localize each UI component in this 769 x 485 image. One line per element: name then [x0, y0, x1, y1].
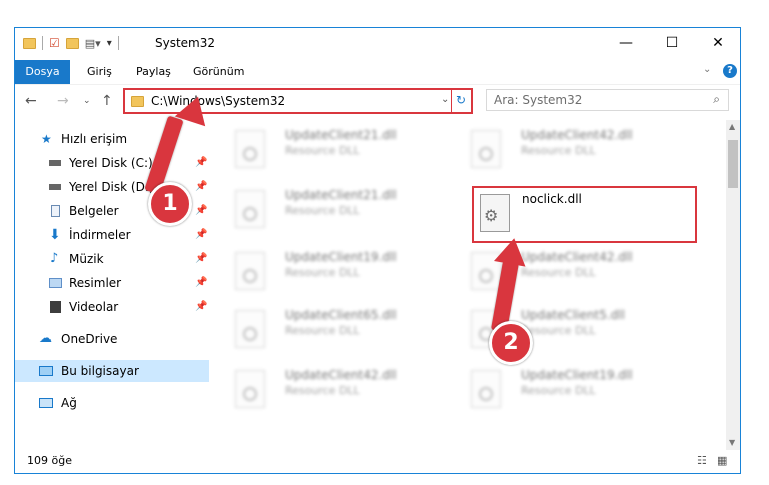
dll-file-icon	[471, 130, 501, 168]
tab-view[interactable]: Görünüm	[193, 60, 244, 84]
file-item[interactable]: UpdateClient21.dll Resource DLL	[225, 186, 425, 236]
folder-icon	[131, 96, 144, 107]
properties-icon[interactable]: ☑	[49, 36, 60, 50]
file-item[interactable]: UpdateClient42.dll Resource DLL	[461, 248, 661, 298]
search-input[interactable]: Ara: System32 ⌕	[486, 89, 729, 111]
forward-arrow-icon[interactable]: →	[57, 93, 69, 109]
file-item[interactable]: UpdateClient65.dll Resource DLL	[225, 306, 425, 356]
address-dropdown-icon[interactable]: ⌄	[441, 94, 449, 105]
file-item[interactable]: UpdateClient19.dll Resource DLL	[225, 248, 425, 298]
recent-locations-icon[interactable]: ⌄	[83, 96, 91, 106]
expand-ribbon-icon[interactable]: ⌄	[703, 64, 711, 75]
window-title: System32	[155, 36, 216, 50]
file-list: UpdateClient21.dll Resource DLL UpdateCl…	[211, 120, 725, 450]
item-count: 109 öğe	[27, 454, 72, 467]
music-icon: ♪	[50, 251, 59, 266]
navigation-pane: ★ Hızlı erişim Yerel Disk (C:) 📌 Yerel D…	[15, 120, 209, 450]
maximize-button[interactable]: ☐	[649, 28, 695, 58]
drive-icon	[49, 160, 61, 166]
computer-icon	[39, 366, 53, 376]
help-icon[interactable]: ?	[723, 64, 737, 78]
address-row: ← → ⌄ ↑ C:\Windows\System32 ⌄ ↻ Ara: Sys…	[15, 86, 740, 118]
tab-file[interactable]: Dosya	[15, 60, 70, 84]
sidebar-item-this-pc[interactable]: Bu bilgisayar	[15, 360, 209, 382]
dll-file-icon	[235, 130, 265, 168]
scroll-down-icon[interactable]: ▼	[729, 438, 735, 447]
quick-access-toolbar: ☑ ▤▾ ▾	[23, 36, 125, 50]
tab-share[interactable]: Paylaş	[136, 60, 171, 84]
minimize-button[interactable]: —	[603, 28, 649, 58]
sidebar-item-videos[interactable]: Videolar 📌	[15, 296, 209, 318]
divider	[42, 36, 43, 50]
sidebar-item-pictures[interactable]: Resimler 📌	[15, 272, 209, 294]
close-button[interactable]: ✕	[695, 28, 740, 58]
highlighted-file-name: noclick.dll	[522, 192, 582, 206]
sidebar-item-local-disk-c[interactable]: Yerel Disk (C:) 📌	[15, 152, 209, 174]
sidebar-item-downloads[interactable]: ⬇ İndirmeler 📌	[15, 224, 209, 246]
step-badge-1: 1	[148, 182, 192, 226]
large-icons-view-icon[interactable]: ▦	[717, 454, 727, 467]
highlighted-file-item[interactable]: ⚙ noclick.dll	[472, 186, 697, 243]
divider	[117, 36, 119, 50]
file-item[interactable]: UpdateClient21.dll Resource DLL	[225, 126, 425, 176]
dll-file-icon	[471, 370, 501, 408]
pin-icon[interactable]: 📌	[195, 248, 207, 270]
address-path: C:\Windows\System32	[151, 94, 286, 108]
sidebar-item-network[interactable]: Ağ	[15, 392, 209, 414]
folder-icon	[23, 37, 36, 49]
scrollbar-thumb[interactable]	[728, 140, 738, 188]
star-icon: ★	[41, 132, 52, 146]
tab-home[interactable]: Giriş	[87, 60, 112, 84]
title-bar: ☑ ▤▾ ▾ System32 — ☐ ✕	[15, 28, 740, 60]
pin-icon[interactable]: 📌	[195, 272, 207, 294]
view-icon[interactable]: ▤▾	[85, 37, 101, 50]
step-badge-2: 2	[489, 321, 533, 365]
sidebar-item-music[interactable]: ♪ Müzik 📌	[15, 248, 209, 270]
pin-icon[interactable]: 📌	[195, 224, 207, 246]
dll-file-icon	[235, 190, 265, 228]
new-folder-icon[interactable]	[65, 37, 79, 49]
refresh-icon[interactable]: ↻	[456, 93, 466, 107]
download-icon: ⬇	[49, 227, 61, 243]
pictures-icon	[49, 278, 62, 288]
search-icon[interactable]: ⌕	[713, 92, 720, 107]
scroll-up-icon[interactable]: ▲	[729, 122, 735, 131]
cloud-icon: ☁	[39, 331, 52, 346]
sidebar-item-onedrive[interactable]: ☁ OneDrive	[15, 328, 209, 350]
customize-toolbar-icon[interactable]: ▾	[107, 38, 112, 49]
drive-icon	[49, 184, 61, 190]
pin-icon[interactable]: 📌	[195, 200, 207, 222]
pin-icon[interactable]: 📌	[195, 176, 207, 198]
explorer-window: ☑ ▤▾ ▾ System32 — ☐ ✕ Dosya Giriş Paylaş…	[14, 27, 741, 474]
dll-file-icon	[235, 310, 265, 348]
pin-icon[interactable]: 📌	[195, 152, 207, 174]
file-item[interactable]: UpdateClient19.dll Resource DLL	[461, 366, 661, 416]
video-icon	[50, 301, 61, 313]
status-bar: 109 öğe ☷ ▦	[15, 450, 740, 473]
divider	[451, 90, 452, 112]
network-icon	[39, 398, 53, 408]
documents-icon	[51, 205, 60, 217]
annotation-arrowhead-2	[493, 235, 531, 267]
details-view-icon[interactable]: ☷	[697, 454, 707, 467]
file-item[interactable]: UpdateClient42.dll Resource DLL	[461, 126, 661, 176]
back-arrow-icon[interactable]: ←	[25, 93, 37, 109]
dll-file-icon	[235, 252, 265, 290]
vertical-scrollbar[interactable]: ▲ ▼	[726, 120, 740, 450]
gear-icon: ⚙	[484, 206, 499, 225]
up-arrow-icon[interactable]: ↑	[101, 93, 113, 109]
ribbon: Dosya Giriş Paylaş Görünüm ⌄ ?	[15, 60, 740, 85]
search-placeholder: Ara: System32	[494, 93, 583, 107]
pin-icon[interactable]: 📌	[195, 296, 207, 318]
file-item[interactable]: UpdateClient42.dll Resource DLL	[225, 366, 425, 416]
dll-file-icon	[235, 370, 265, 408]
